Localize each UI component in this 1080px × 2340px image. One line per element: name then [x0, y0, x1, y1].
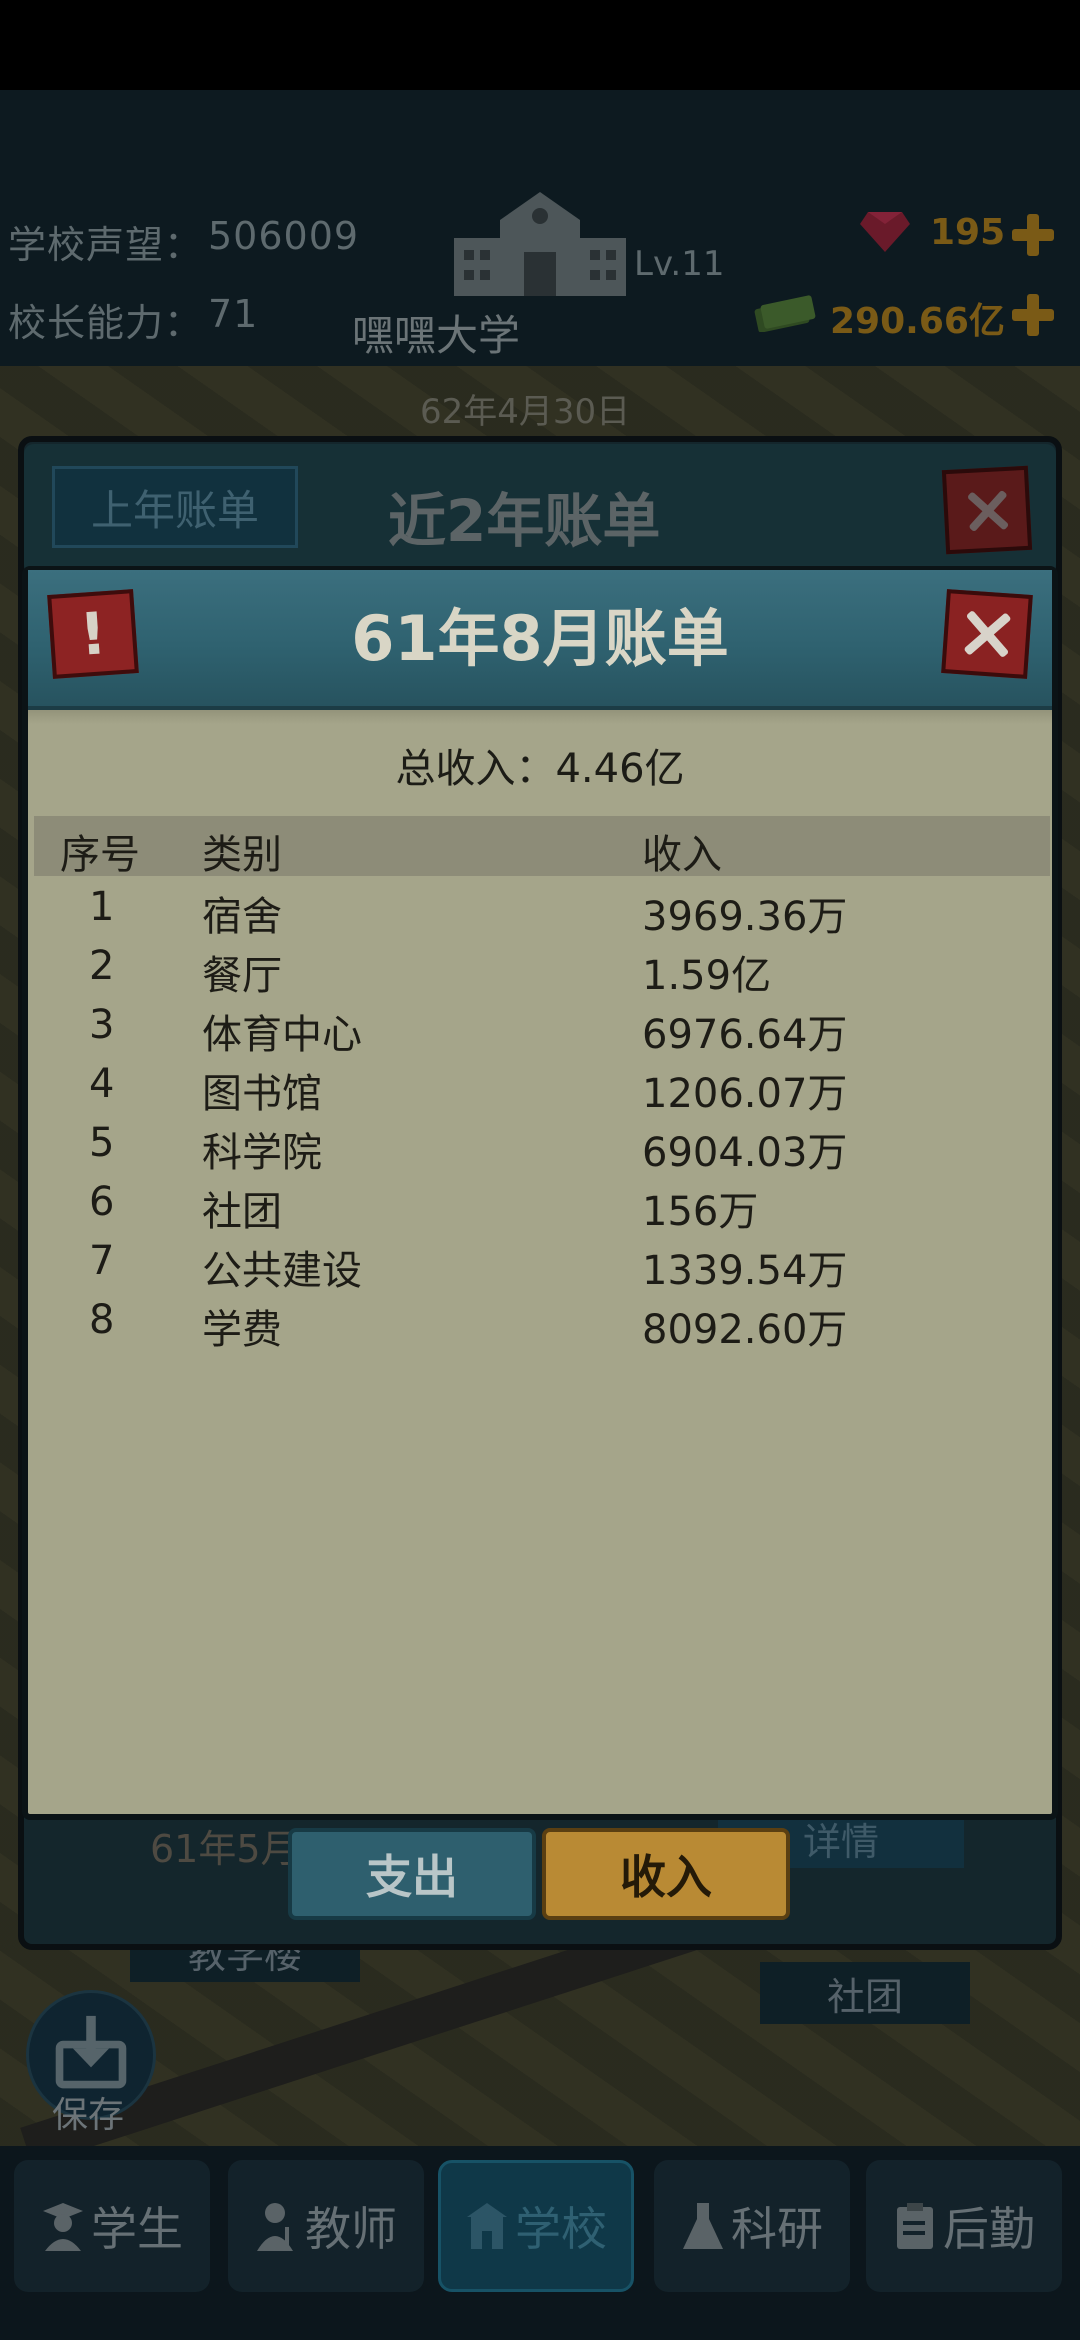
- status-bar: [0, 0, 1080, 90]
- table-row: 1 宿舍 3969.36万: [0, 884, 1080, 943]
- bill-month-row: 61年5月: [150, 1827, 299, 1871]
- row-category: 学费: [202, 1307, 282, 1353]
- total-income-value: 4.46亿: [555, 746, 685, 792]
- table-row: 6 社团 156万: [0, 1179, 1080, 1238]
- row-income: 156万: [642, 1189, 759, 1235]
- tab-income[interactable]: 收入: [542, 1828, 790, 1920]
- school-building-icon[interactable]: [450, 190, 630, 300]
- row-number: 2: [89, 943, 115, 989]
- principal-ability-value: 71: [208, 292, 259, 336]
- row-income: 6976.64万: [642, 1012, 848, 1058]
- row-category: 体育中心: [202, 1012, 362, 1058]
- tab-expense[interactable]: 支出: [288, 1828, 536, 1920]
- save-label: 保存: [52, 2095, 125, 2136]
- row-number: 4: [89, 1061, 115, 1107]
- school-name: 嘿嘿大学: [352, 311, 521, 360]
- school-icon: [467, 2203, 507, 2249]
- principal-ability-label: 校长能力：: [8, 301, 204, 345]
- row-income: 1.59亿: [642, 953, 772, 999]
- gem-icon: [860, 212, 910, 252]
- row-income: 1339.54万: [642, 1248, 848, 1294]
- row-income: 8092.60万: [642, 1307, 848, 1353]
- game-date: 62年4月30日: [420, 392, 631, 432]
- money-icon: [754, 295, 816, 332]
- teacher-icon: [257, 2203, 293, 2251]
- nav-tab-teachers[interactable]: 教师: [228, 2160, 424, 2292]
- nav-label-students: 学生: [91, 2202, 183, 2256]
- row-number: 6: [89, 1179, 115, 1225]
- nav-label-school: 学校: [515, 2202, 607, 2256]
- table-row: 3 体育中心 6976.64万: [0, 1002, 1080, 1061]
- add-gems-button[interactable]: [1012, 214, 1054, 256]
- row-number: 5: [89, 1120, 115, 1166]
- row-number: 7: [89, 1238, 115, 1284]
- clipboard-icon: [897, 2203, 933, 2249]
- row-category: 科学院: [202, 1130, 322, 1176]
- table-row: 5 科学院 6904.03万: [0, 1120, 1080, 1179]
- table-row: 7 公共建设 1339.54万: [0, 1238, 1080, 1297]
- add-money-button[interactable]: [1012, 294, 1054, 336]
- row-income: 3969.36万: [642, 894, 848, 940]
- reputation-value: 506009: [208, 214, 360, 258]
- nav-label-logistics: 后勤: [943, 2202, 1035, 2256]
- nav-tab-school[interactable]: 学校: [438, 2160, 634, 2292]
- row-number: 3: [89, 1002, 115, 1048]
- school-level: Lv.11: [634, 244, 725, 284]
- nav-tab-logistics[interactable]: 后勤: [866, 2160, 1062, 2292]
- table-row: 4 图书馆 1206.07万: [0, 1061, 1080, 1120]
- nav-label-research: 科研: [731, 2202, 823, 2256]
- row-number: 1: [89, 884, 115, 930]
- flask-icon: [683, 2203, 723, 2249]
- table-row: 2 餐厅 1.59亿: [0, 943, 1080, 1002]
- previous-year-bill-button[interactable]: 上年账单: [52, 466, 298, 548]
- map-tag-club[interactable]: 社团: [760, 1962, 970, 2024]
- money-amount: 290.66亿: [830, 301, 1005, 342]
- student-icon: [43, 2203, 83, 2251]
- total-income-label: 总收入：: [395, 746, 556, 792]
- column-header-income: 收入: [642, 832, 722, 878]
- row-income: 1206.07万: [642, 1071, 848, 1117]
- nav-label-teachers: 教师: [305, 2202, 397, 2256]
- close-icon[interactable]: [941, 589, 1033, 679]
- table-row: 8 学费 8092.60万: [0, 1297, 1080, 1356]
- column-header-category: 类别: [202, 832, 282, 878]
- row-number: 8: [89, 1297, 115, 1343]
- row-category: 宿舍: [202, 894, 282, 940]
- row-category: 公共建设: [202, 1248, 362, 1294]
- gem-count: 195: [930, 212, 1006, 253]
- row-category: 餐厅: [202, 953, 282, 999]
- row-income: 6904.03万: [642, 1130, 848, 1176]
- nav-tab-research[interactable]: 科研: [654, 2160, 850, 2292]
- total-income: 总收入：4.46亿: [0, 736, 1080, 794]
- two-year-bill-title: 近2年账单: [388, 487, 661, 555]
- row-category: 图书馆: [202, 1071, 322, 1117]
- nav-tab-students[interactable]: 学生: [14, 2160, 210, 2292]
- row-category: 社团: [202, 1189, 282, 1235]
- two-year-bill-close-button[interactable]: [941, 465, 1033, 555]
- column-header-number: 序号: [60, 832, 140, 878]
- alert-icon[interactable]: !: [47, 589, 139, 679]
- monthly-bill-title: 61年8月账单: [351, 602, 729, 675]
- reputation-label: 学校声望：: [8, 223, 204, 267]
- table-header: [34, 816, 1050, 876]
